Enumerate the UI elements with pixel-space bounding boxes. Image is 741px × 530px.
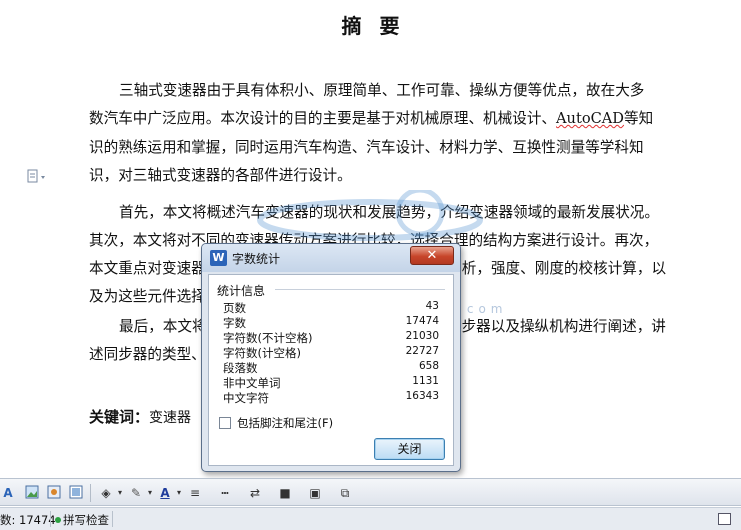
view-mode-icon[interactable] bbox=[718, 513, 731, 525]
stat-row-chars-with-spaces: 字符数(计空格) 22727 bbox=[223, 345, 439, 360]
wordart-icon[interactable]: A bbox=[0, 485, 16, 501]
paragraph-line: 识的熟练运用和掌握，同时运用汽车构造、汽车设计、材料力学、互换性测量等学科知 bbox=[89, 139, 644, 156]
font-color-dropdown-icon[interactable]: ▾ bbox=[175, 485, 183, 501]
stat-row-paragraphs: 段落数 658 bbox=[223, 360, 439, 375]
paragraph-line: 首先，本文将概述汽车变速器的现状和发展趋势，介绍变速器领域的最新发展状况。 bbox=[119, 204, 659, 221]
line-color-icon[interactable]: ✎ bbox=[128, 485, 144, 501]
drawing-toolbar: A ◈ ▾ ✎ ▾ A ▾ ≡ ┅ ⇄ ■ ▣ ⧉ bbox=[0, 478, 741, 506]
stat-row-chinese-chars: 中文字符 16343 bbox=[223, 390, 439, 405]
misspelled-word: AutoCAD bbox=[556, 110, 625, 127]
word-count-dialog: W 字数统计 ✕ 统计信息 页数 43 字数 17474 字符数(不计空格) 2103… bbox=[201, 243, 461, 472]
spell-check-status[interactable]: 拼写检查 bbox=[63, 512, 109, 528]
stat-row-chars-no-spaces: 字符数(不计空格) 21030 bbox=[223, 330, 439, 345]
picture-icon[interactable] bbox=[24, 485, 40, 501]
word-count-status[interactable]: 数: 17474 bbox=[0, 512, 56, 528]
dialog-title: 字数统计 bbox=[232, 252, 281, 266]
clipart-icon[interactable] bbox=[46, 485, 62, 501]
close-dialog-button[interactable]: 关闭 bbox=[374, 438, 445, 460]
paragraph-line: 三轴式变速器由于具有体积小、原理简单、工作可靠、操纵方便等优点，故在大多 bbox=[119, 82, 645, 99]
paragraph-line: 识，对三轴式变速器的各部件进行设计。 bbox=[89, 167, 352, 184]
paragraph-line: 数汽车中广泛应用。本次设计的目的主要是基于对机械原理、机械设计、AutoCAD等… bbox=[89, 110, 654, 127]
line-color-dropdown-icon[interactable]: ▾ bbox=[146, 485, 154, 501]
arrange-icon[interactable]: ⧉ bbox=[337, 485, 353, 501]
dialog-body: 统计信息 页数 43 字数 17474 字符数(不计空格) 21030 字符数(计空格… bbox=[208, 274, 454, 466]
paragraph-marker-icon[interactable] bbox=[27, 169, 49, 185]
font-color-icon[interactable]: A bbox=[157, 485, 173, 501]
include-footnotes-checkbox[interactable] bbox=[219, 417, 231, 429]
dialog-close-button[interactable]: ✕ bbox=[410, 246, 454, 265]
stat-row-pages: 页数 43 bbox=[223, 300, 439, 315]
keywords-line: 关键词：变速器 bbox=[89, 408, 192, 426]
3d-icon[interactable]: ▣ bbox=[307, 485, 323, 501]
include-footnotes-label: 包括脚注和尾注(F) bbox=[237, 416, 334, 430]
image-icon[interactable] bbox=[68, 485, 84, 501]
group-divider bbox=[275, 289, 445, 290]
dash-style-icon[interactable]: ┅ bbox=[217, 485, 233, 501]
line-style-icon[interactable]: ≡ bbox=[187, 485, 203, 501]
fill-color-dropdown-icon[interactable]: ▾ bbox=[116, 485, 124, 501]
spell-check-indicator-icon bbox=[55, 517, 61, 523]
stat-row-words: 字数 17474 bbox=[223, 315, 439, 330]
group-title: 统计信息 bbox=[217, 284, 266, 298]
arrow-style-icon[interactable]: ⇄ bbox=[247, 485, 263, 501]
document-title: 摘要 bbox=[341, 14, 418, 38]
stat-row-non-chinese-words: 非中文单词 1131 bbox=[223, 375, 439, 390]
status-bar: 数: 17474 拼写检查 bbox=[0, 507, 741, 530]
dialog-titlebar[interactable]: W 字数统计 ✕ bbox=[202, 244, 460, 272]
fill-color-icon[interactable]: ◈ bbox=[98, 485, 114, 501]
shadow-icon[interactable]: ■ bbox=[277, 485, 293, 501]
wps-writer-icon: W bbox=[210, 250, 227, 266]
